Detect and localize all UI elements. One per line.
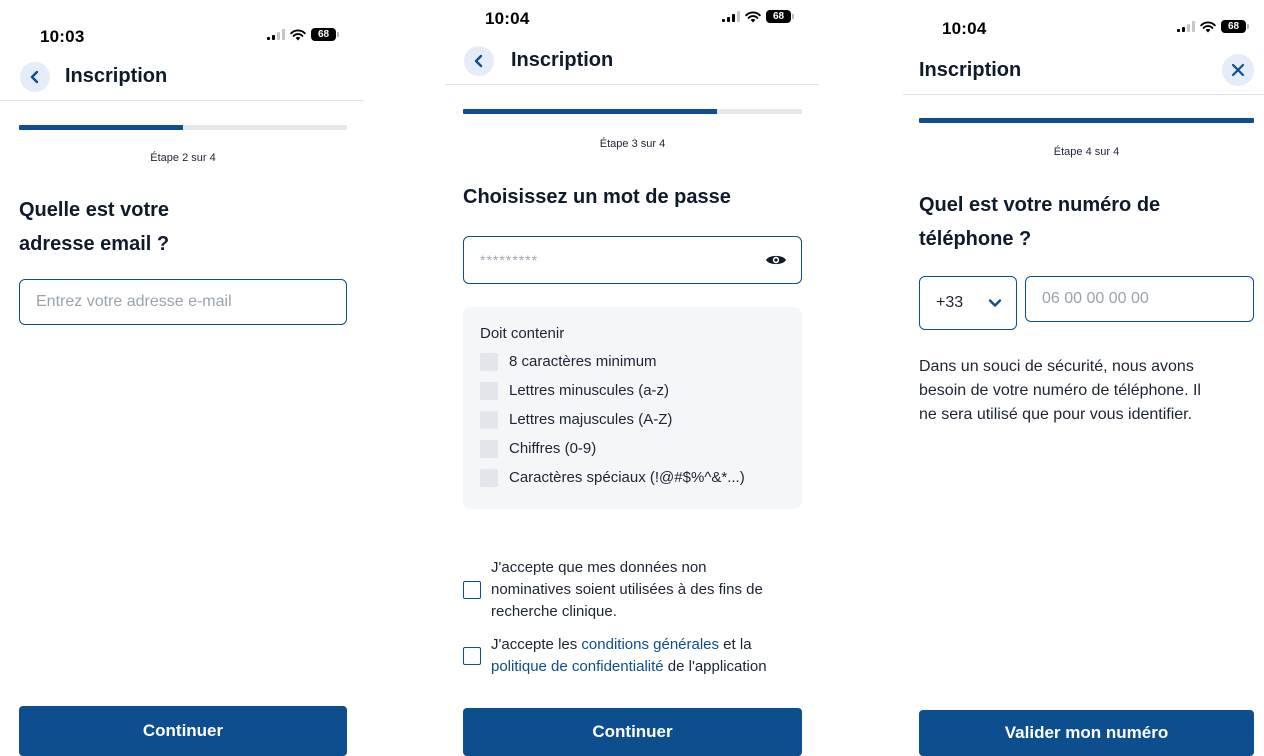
question-line: Quelle est votre xyxy=(19,199,170,221)
privacy-policy-link[interactable]: politique de confidentialité xyxy=(491,658,664,675)
close-button[interactable] xyxy=(1222,54,1254,86)
screen-email-step: 10:03 68 Inscription Étape 2 sur 4 Quell… xyxy=(0,0,364,756)
requirement-item: 8 caractères minimum xyxy=(480,347,745,376)
continue-button[interactable]: Continuer xyxy=(463,708,802,756)
progress-fill xyxy=(19,125,183,130)
page-question: Choisissez un mot de passe xyxy=(463,186,731,208)
status-icons: 68 xyxy=(722,10,794,23)
consent-terms: J'accepte les conditions générales et la… xyxy=(463,634,818,678)
header-title: Inscription xyxy=(65,65,168,87)
email-placeholder: Entrez votre adresse e-mail xyxy=(36,293,232,310)
progress-bar xyxy=(463,109,802,114)
close-icon xyxy=(1231,63,1245,77)
header-divider xyxy=(446,84,818,85)
password-input[interactable]: ********* xyxy=(463,236,802,284)
validate-number-button[interactable]: Valider mon numéro xyxy=(919,710,1254,756)
requirement-item: Chiffres (0-9) xyxy=(480,434,745,463)
email-input[interactable]: Entrez votre adresse e-mail xyxy=(19,279,347,325)
chevron-left-icon xyxy=(474,54,483,68)
battery-indicator: 68 xyxy=(766,10,794,23)
page-question: Quel est votre numéro de téléphone ? xyxy=(919,188,1259,256)
battery-indicator: 68 xyxy=(1221,20,1249,33)
back-button[interactable] xyxy=(464,46,494,76)
wifi-icon xyxy=(1200,21,1216,33)
requirement-status-box xyxy=(480,439,498,458)
country-code-select[interactable]: +33 xyxy=(919,276,1017,330)
back-button[interactable] xyxy=(20,62,50,92)
status-time: 10:04 xyxy=(485,9,530,28)
question-line: adresse email ? xyxy=(19,233,170,255)
password-requirements: Doit contenir 8 caractères minimum Lettr… xyxy=(463,307,802,509)
consent-terms-label: J'accepte les conditions générales et la… xyxy=(491,636,767,675)
consent-terms-checkbox[interactable] xyxy=(463,647,481,665)
progress-fill xyxy=(919,118,1254,123)
requirement-status-box xyxy=(480,468,498,487)
chevron-left-icon xyxy=(30,70,39,84)
requirement-item: Lettres majuscules (A-Z) xyxy=(480,405,745,434)
consent-research-checkbox[interactable] xyxy=(463,581,481,599)
consent-research-label: J'accepte que mes données non nominative… xyxy=(491,559,763,620)
phone-input[interactable]: 06 00 00 00 00 xyxy=(1025,276,1254,322)
progress-bar xyxy=(19,125,347,130)
phone-placeholder: 06 00 00 00 00 xyxy=(1042,290,1149,307)
country-code-value: +33 xyxy=(936,294,964,311)
battery-indicator: 68 xyxy=(311,28,339,41)
step-indicator: Étape 3 sur 4 xyxy=(599,138,666,150)
requirement-item: Caractères spéciaux (!@#$%^&*...) xyxy=(480,463,745,492)
status-time: 10:04 xyxy=(942,19,987,38)
requirement-status-box xyxy=(480,410,498,429)
wifi-icon xyxy=(290,29,306,41)
eye-icon[interactable] xyxy=(765,253,787,267)
requirements-list: 8 caractères minimum Lettres minuscules … xyxy=(480,347,745,492)
progress-fill xyxy=(463,109,718,114)
header-title: Inscription xyxy=(919,59,1022,81)
terms-link[interactable]: conditions générales xyxy=(581,636,719,653)
consent-research: J'accepte que mes données non nominative… xyxy=(463,557,813,623)
screen-password-step: 10:04 68 Inscription Étape 3 sur 4 Chois… xyxy=(446,0,818,756)
chevron-down-icon xyxy=(988,299,1002,307)
question-line: téléphone ? xyxy=(919,228,1032,250)
header-divider xyxy=(0,100,364,101)
wifi-icon xyxy=(745,11,761,23)
page-question: Quelle est votre adresse email ? xyxy=(19,193,349,261)
step-indicator: Étape 2 sur 4 xyxy=(150,152,216,164)
signal-icon xyxy=(722,11,740,22)
status-icons: 68 xyxy=(1177,20,1249,33)
security-info-text: Dans un souci de sécurité, nous avons be… xyxy=(919,358,1201,423)
requirement-status-box xyxy=(480,381,498,400)
signal-icon xyxy=(267,29,285,40)
progress-bar xyxy=(919,118,1254,123)
requirements-title: Doit contenir xyxy=(480,325,565,342)
signal-icon xyxy=(1177,21,1195,32)
status-time: 10:03 xyxy=(40,27,85,46)
requirement-item: Lettres minuscules (a-z) xyxy=(480,376,745,405)
continue-button[interactable]: Continuer xyxy=(19,706,347,756)
screen-phone-step: 10:04 68 Inscription Étape 4 sur 4 Quel … xyxy=(903,0,1264,756)
question-line: Quel est votre numéro de xyxy=(919,194,1161,216)
status-icons: 68 xyxy=(267,28,339,41)
password-value: ********* xyxy=(480,252,539,268)
header-title: Inscription xyxy=(511,49,614,71)
header-divider xyxy=(903,94,1264,95)
requirement-status-box xyxy=(480,352,498,371)
step-indicator: Étape 4 sur 4 xyxy=(1053,146,1120,158)
